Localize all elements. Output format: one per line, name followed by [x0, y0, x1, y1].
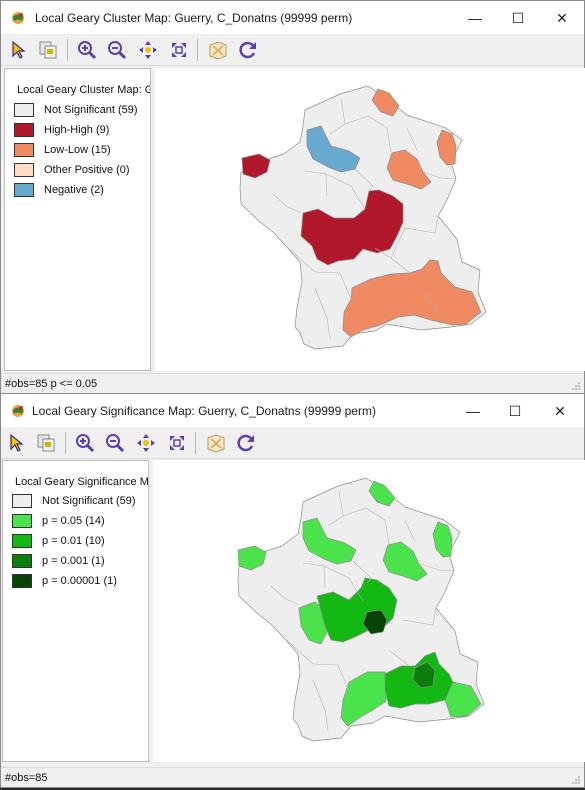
title-bar[interactable]: Local Geary Cluster Map: Guerry, C_Donat…: [1, 1, 584, 34]
refresh-icon[interactable]: [237, 39, 259, 61]
pan-icon[interactable]: [135, 432, 157, 454]
maximize-button[interactable]: ☐: [500, 400, 530, 422]
close-button[interactable]: ✕: [547, 7, 577, 29]
window-title: Local Geary Significance Map: Guerry, C_…: [32, 404, 376, 418]
legend-label: High-High (9): [44, 124, 110, 136]
toolbar-separator: [197, 39, 198, 61]
minimize-button[interactable]: —: [460, 7, 490, 29]
legend-title: Local Geary Significance Ma: [15, 476, 149, 488]
zoom-out-icon[interactable]: [104, 432, 126, 454]
legend-label: Low-Low (15): [44, 144, 111, 156]
status-text: #obs=85 p <= 0.05: [5, 378, 98, 390]
close-button[interactable]: ✕: [545, 400, 575, 422]
significance-map-window: Local Geary Significance Map: Guerry, C_…: [0, 393, 585, 788]
status-bar: #obs=85 p <= 0.05: [1, 373, 584, 393]
legend-item-other-positive[interactable]: Other Positive (0): [14, 163, 150, 177]
legend-panel: Local Geary Cluster Map: G Not Significa…: [4, 68, 151, 371]
map-toolbar: [1, 427, 584, 459]
legend-label: Not Significant (59): [44, 104, 138, 116]
zoom-in-icon[interactable]: [74, 432, 96, 454]
significance-map-canvas[interactable]: [153, 460, 585, 762]
zoom-out-icon[interactable]: [106, 39, 128, 61]
maximize-button[interactable]: ☐: [503, 7, 533, 29]
copy-icon[interactable]: [37, 39, 59, 61]
full-extent-icon[interactable]: [166, 432, 188, 454]
refresh-icon[interactable]: [235, 432, 257, 454]
legend-swatch: [14, 143, 34, 157]
geoda-app-icon: [12, 12, 24, 24]
zoom-in-icon[interactable]: [76, 39, 98, 61]
geoda-app-icon: [12, 405, 24, 417]
title-bar[interactable]: Local Geary Significance Map: Guerry, C_…: [1, 394, 584, 427]
window-title: Local Geary Cluster Map: Guerry, C_Donat…: [35, 11, 353, 25]
legend-swatch: [12, 554, 32, 568]
legend-swatch: [14, 163, 34, 177]
copy-icon[interactable]: [35, 432, 57, 454]
status-bar: #obs=85: [1, 767, 584, 787]
resize-grip-icon[interactable]: [572, 381, 581, 390]
pan-icon[interactable]: [137, 39, 159, 61]
select-icon[interactable]: [8, 39, 30, 61]
map-toolbar: [1, 34, 584, 66]
legend-swatch: [12, 534, 32, 548]
full-extent-icon[interactable]: [168, 39, 190, 61]
legend-label: Negative (2): [44, 184, 104, 196]
legend-item-p-0-001[interactable]: p = 0.001 (1): [12, 554, 148, 568]
legend-item-p-0-01[interactable]: p = 0.01 (10): [12, 534, 148, 548]
legend-label: p = 0.01 (10): [42, 535, 105, 547]
legend-item-p-0-05[interactable]: p = 0.05 (14): [12, 514, 148, 528]
toolbar-separator: [65, 432, 66, 454]
cluster-map-canvas[interactable]: [155, 68, 585, 371]
legend-swatch: [12, 514, 32, 528]
legend-label: p = 0.00001 (1): [42, 575, 117, 587]
legend-item-p-0-00001[interactable]: p = 0.00001 (1): [12, 574, 148, 588]
legend-swatch: [12, 574, 32, 588]
legend-label: p = 0.05 (14): [42, 515, 105, 527]
toolbar-separator: [67, 39, 68, 61]
legend-swatch: [14, 183, 34, 197]
legend-label: Other Positive (0): [44, 164, 130, 176]
map-layer-icon[interactable]: [205, 432, 227, 454]
resize-grip-icon[interactable]: [572, 775, 581, 784]
legend-swatch: [14, 123, 34, 137]
legend-panel: Local Geary Significance Ma Not Signific…: [2, 460, 149, 762]
map-layer-icon[interactable]: [207, 39, 229, 61]
minimize-button[interactable]: —: [458, 400, 488, 422]
status-text: #obs=85: [5, 772, 48, 784]
legend-swatch: [12, 494, 32, 508]
legend-title: Local Geary Cluster Map: G: [17, 84, 151, 96]
select-icon[interactable]: [6, 432, 28, 454]
legend-item-not-significant[interactable]: Not Significant (59): [12, 494, 148, 508]
legend-label: Not Significant (59): [42, 495, 136, 507]
legend-label: p = 0.001 (1): [42, 555, 105, 567]
legend-item-negative[interactable]: Negative (2): [14, 183, 150, 197]
legend-item-low-low[interactable]: Low-Low (15): [14, 143, 150, 157]
legend-item-not-significant[interactable]: Not Significant (59): [14, 103, 150, 117]
cluster-map-window: Local Geary Cluster Map: Guerry, C_Donat…: [0, 0, 585, 393]
toolbar-separator: [195, 432, 196, 454]
legend-item-high-high[interactable]: High-High (9): [14, 123, 150, 137]
legend-swatch: [14, 103, 34, 117]
